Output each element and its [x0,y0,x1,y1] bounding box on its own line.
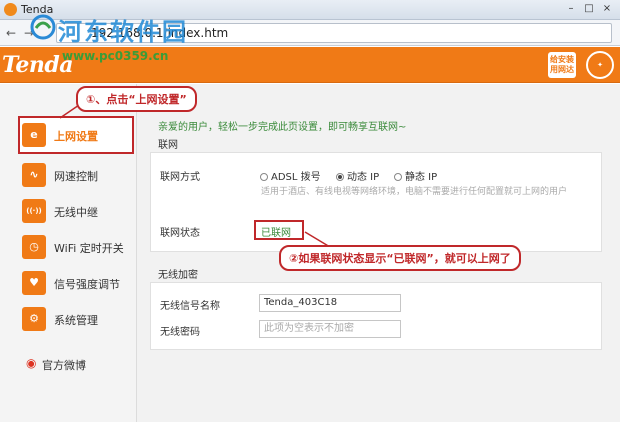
signal-strength-icon: ♥ [22,271,46,295]
wireless-panel [150,282,602,350]
radio-static-ip-label: 静态 IP [405,172,438,183]
sidebar-item-label: 网速控制 [54,170,98,183]
sidebar-item-wireless-repeater[interactable]: ((·)) 无线中继 [0,193,137,229]
radio-adsl-label: ADSL 拨号 [271,172,321,183]
sidebar-item-label: 上网设置 [54,130,98,143]
status-value: 已联网 [261,228,291,239]
status-label: 联网状态 [160,228,200,239]
emblem-icon: ✦ [586,51,614,79]
wifi-timer-icon: ◷ [22,235,46,259]
badge-line-2: 用网达 [550,65,574,74]
ssid-field[interactable]: Tenda_403C18 [259,294,401,312]
radio-static-ip-circle[interactable] [394,173,402,181]
sidebar-item-label: 信号强度调节 [54,278,120,291]
sidebar-item-speed-control[interactable]: ∿ 网速控制 [0,157,137,193]
install-badge[interactable]: 给安装 用网达 [548,52,576,78]
watermark-text: 河东软件园 [58,18,188,46]
radio-dynamic-ip[interactable]: 动态 IP [336,168,379,183]
sidebar-item-weibo[interactable]: ◉ 官方微博 [0,346,137,382]
weibo-label: 官方微博 [42,359,86,372]
watermark-url: www.pc0359.cn [62,49,169,63]
badge-line-1: 给安装 [550,55,574,64]
password-label: 无线密码 [160,327,200,338]
callout-step-2: ②如果联网状态显示“已联网”，就可以上网了 [279,245,521,271]
connection-hint: 适用于酒店、有线电视等网络环境，电脑不需要进行任何配置就可上网的用户 [261,187,568,197]
sidebar-item-label: 系统管理 [54,314,98,327]
radio-dynamic-ip-label: 动态 IP [347,172,380,183]
sidebar-item-internet-settings[interactable]: e 上网设置 [0,117,137,153]
wireless-repeater-icon: ((·)) [22,199,46,223]
sidebar-item-system-management[interactable]: ⚙ 系统管理 [0,301,137,337]
wireless-section-title: 无线加密 [158,270,198,281]
network-panel [150,152,602,252]
password-field[interactable]: 此项为空表示不加密 [259,320,401,338]
radio-adsl[interactable]: ADSL 拨号 [260,168,321,183]
speed-wave-icon: ∿ [22,163,46,187]
weibo-icon: ◉ [26,356,37,370]
sidebar-item-wifi-timer[interactable]: ◷ WiFi 定时开关 [0,229,137,265]
radio-static-ip[interactable]: 静态 IP [394,168,437,183]
e-icon: e [22,123,46,147]
back-arrow-icon[interactable]: ← [6,26,16,40]
radio-adsl-circle[interactable] [260,173,268,181]
gear-icon: ⚙ [22,307,46,331]
connection-type-label: 联网方式 [160,172,200,183]
sidebar-item-label: WiFi 定时开关 [54,242,124,255]
sidebar-item-signal-strength[interactable]: ♥ 信号强度调节 [0,265,137,301]
radio-dynamic-ip-circle[interactable] [336,173,344,181]
minimize-icon[interactable]: – [564,3,578,15]
callout-step-1: ①、点击“上网设置” [76,86,197,112]
tenda-favicon-icon [4,3,17,16]
intro-text: 亲爱的用户，轻松一步完成此页设置，即可畅享互联网~ [158,122,407,133]
watermark-logo-icon [30,14,56,40]
network-section-title: 联网 [158,140,178,151]
sidebar-item-label: 无线中继 [54,206,98,219]
maximize-icon[interactable]: □ [582,3,596,15]
ssid-label: 无线信号名称 [160,301,220,312]
close-icon[interactable]: × [600,3,614,15]
